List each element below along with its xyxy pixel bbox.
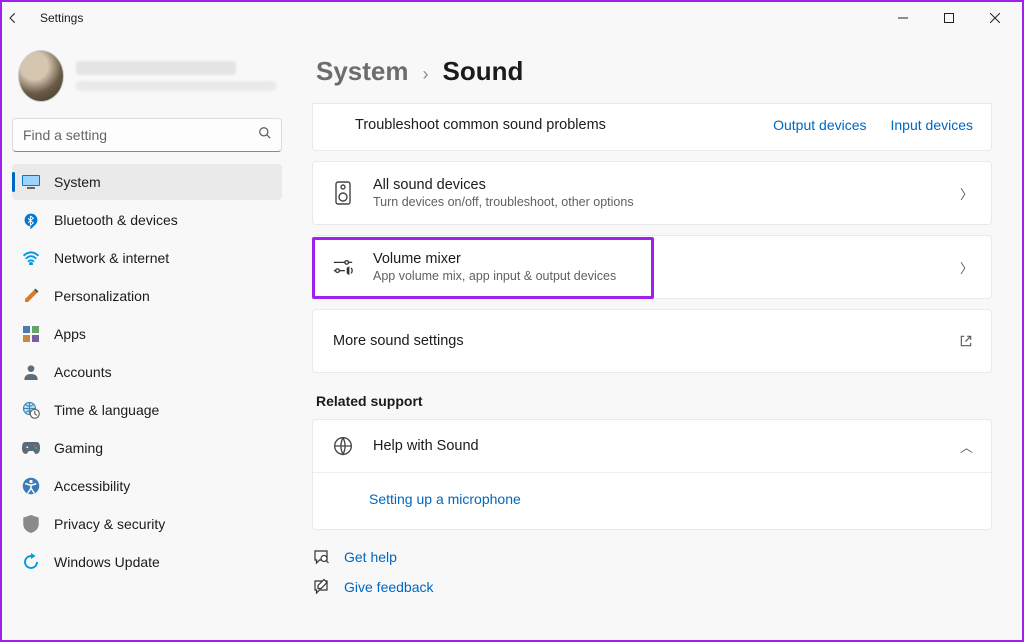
back-button[interactable]	[6, 11, 34, 25]
search-wrap	[12, 118, 282, 152]
help-body: Setting up a microphone	[313, 472, 991, 529]
nav-label: Privacy & security	[54, 516, 165, 532]
nav-label: Gaming	[54, 440, 103, 456]
paintbrush-icon	[22, 287, 40, 305]
nav-label: Personalization	[54, 288, 150, 304]
external-link-icon	[959, 334, 973, 348]
nav-list: System Bluetooth & devices Network & int…	[12, 164, 282, 580]
troubleshoot-row: Troubleshoot common sound problems Outpu…	[313, 104, 991, 150]
related-support-heading: Related support	[316, 393, 992, 409]
breadcrumb-parent[interactable]: System	[316, 56, 409, 87]
nav-label: Apps	[54, 326, 86, 342]
get-help-row[interactable]: Get help	[312, 548, 992, 566]
more-settings-card[interactable]: More sound settings	[312, 309, 992, 373]
help-link-mic[interactable]: Setting up a microphone	[369, 491, 521, 507]
troubleshoot-card: Troubleshoot common sound problems Outpu…	[312, 103, 992, 151]
nav-privacy[interactable]: Privacy & security	[12, 506, 282, 542]
window-controls	[880, 2, 1018, 34]
all-devices-title: All sound devices	[373, 177, 634, 193]
nav-system[interactable]: System	[12, 164, 282, 200]
chevron-up-icon: ︿	[960, 437, 973, 456]
volume-mixer-title: Volume mixer	[373, 251, 616, 267]
help-header[interactable]: Help with Sound ︿	[313, 420, 991, 472]
wifi-icon	[22, 249, 40, 267]
nav-bluetooth[interactable]: Bluetooth & devices	[12, 202, 282, 238]
profile-block[interactable]	[12, 42, 282, 116]
profile-text	[76, 61, 276, 91]
bluetooth-icon	[22, 211, 40, 229]
breadcrumb: System › Sound	[316, 56, 992, 87]
nav-label: Accessibility	[54, 478, 130, 494]
nav-label: Time & language	[54, 402, 159, 418]
globe-clock-icon	[22, 401, 40, 419]
chevron-right-icon: ›	[423, 64, 429, 85]
person-icon	[22, 363, 40, 381]
nav-label: Accounts	[54, 364, 112, 380]
update-icon	[22, 553, 40, 571]
volume-mixer-sub: App volume mix, app input & output devic…	[373, 269, 616, 283]
sidebar: System Bluetooth & devices Network & int…	[2, 34, 292, 640]
more-settings-title: More sound settings	[333, 333, 464, 349]
system-icon	[22, 173, 40, 191]
feedback-row[interactable]: Give feedback	[312, 578, 992, 596]
help-card: Help with Sound ︿ Setting up a microphon…	[312, 419, 992, 530]
apps-icon	[22, 325, 40, 343]
profile-name-redacted	[76, 61, 236, 75]
nav-personalization[interactable]: Personalization	[12, 278, 282, 314]
get-help-link[interactable]: Get help	[344, 549, 397, 565]
speaker-icon	[331, 181, 355, 205]
output-devices-link[interactable]: Output devices	[773, 117, 866, 133]
nav-label: Network & internet	[54, 250, 169, 266]
page-title: Sound	[443, 56, 524, 87]
web-icon	[331, 434, 355, 458]
nav-label: Windows Update	[54, 554, 160, 570]
shield-icon	[22, 515, 40, 533]
all-devices-card[interactable]: All sound devices Turn devices on/off, t…	[312, 161, 992, 225]
get-help-icon	[312, 548, 330, 566]
bottom-links: Get help Give feedback	[312, 548, 992, 596]
avatar	[18, 50, 64, 102]
nav-label: Bluetooth & devices	[54, 212, 178, 228]
nav-apps[interactable]: Apps	[12, 316, 282, 352]
nav-gaming[interactable]: Gaming	[12, 430, 282, 466]
accessibility-icon	[22, 477, 40, 495]
maximize-button[interactable]	[926, 2, 972, 34]
help-title: Help with Sound	[373, 438, 479, 454]
nav-network[interactable]: Network & internet	[12, 240, 282, 276]
troubleshoot-title: Troubleshoot common sound problems	[355, 117, 606, 133]
nav-label: System	[54, 174, 101, 190]
all-devices-sub: Turn devices on/off, troubleshoot, other…	[373, 195, 634, 209]
nav-accessibility[interactable]: Accessibility	[12, 468, 282, 504]
minimize-button[interactable]	[880, 2, 926, 34]
nav-windows-update[interactable]: Windows Update	[12, 544, 282, 580]
volume-mixer-card[interactable]: Volume mixer App volume mix, app input &…	[312, 235, 992, 299]
main-content: System › Sound Troubleshoot common sound…	[292, 34, 1022, 640]
feedback-link[interactable]: Give feedback	[344, 579, 434, 595]
mixer-icon	[331, 255, 355, 279]
input-devices-link[interactable]: Input devices	[891, 117, 974, 133]
feedback-icon	[312, 578, 330, 596]
nav-time-language[interactable]: Time & language	[12, 392, 282, 428]
close-button[interactable]	[972, 2, 1018, 34]
titlebar: Settings	[2, 2, 1022, 34]
gaming-icon	[22, 439, 40, 457]
chevron-right-icon: 〉	[960, 184, 973, 203]
app-title: Settings	[40, 11, 83, 25]
nav-accounts[interactable]: Accounts	[12, 354, 282, 390]
chevron-right-icon: 〉	[960, 258, 973, 277]
search-input[interactable]	[12, 118, 282, 152]
profile-email-redacted	[76, 81, 276, 91]
settings-window: Settings	[0, 0, 1024, 642]
